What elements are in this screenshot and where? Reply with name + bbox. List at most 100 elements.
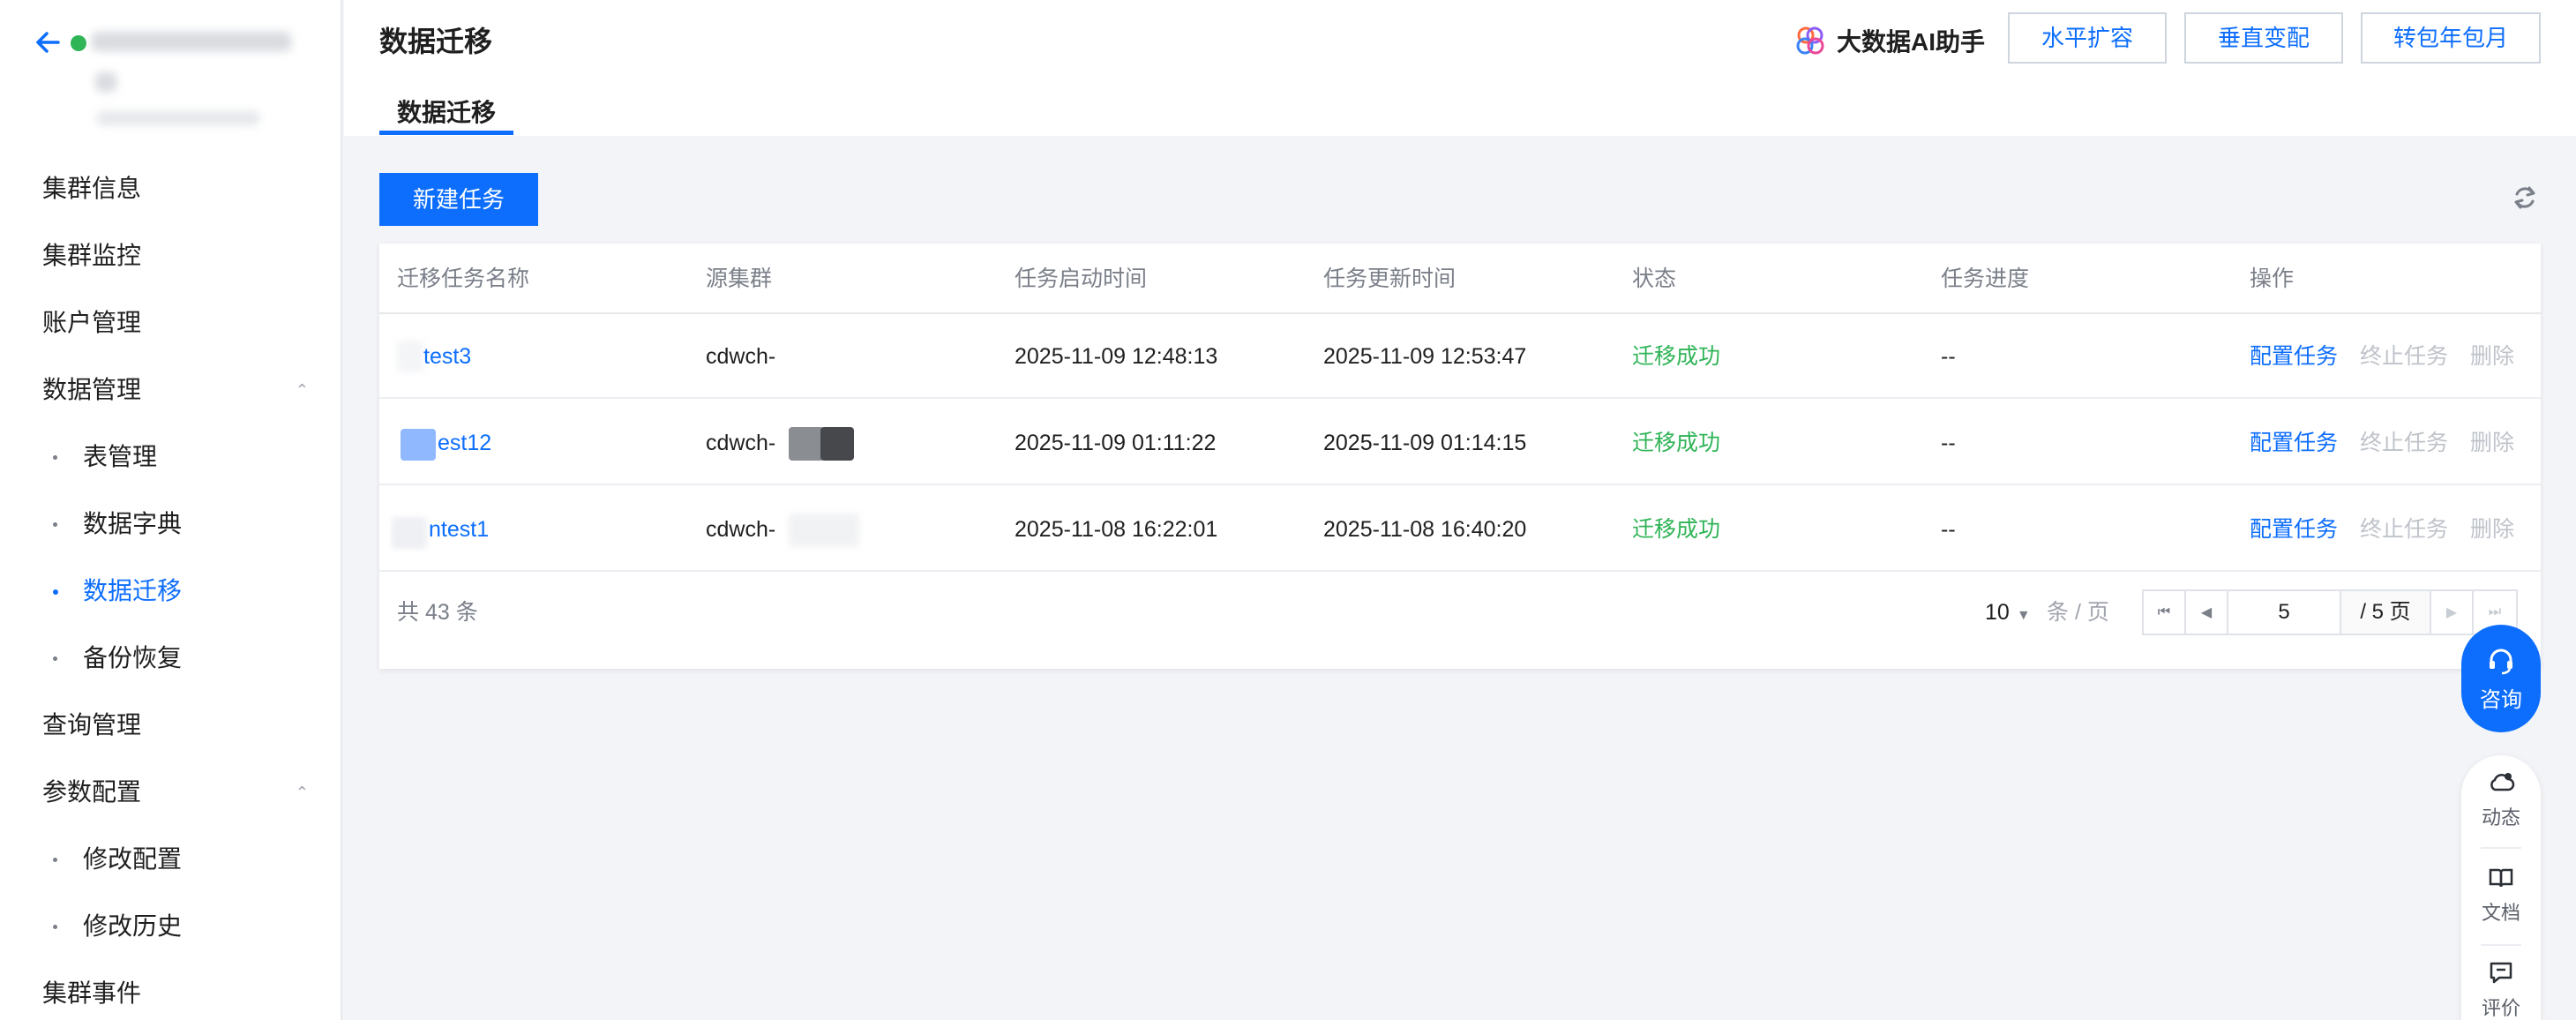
progress-text: -- <box>1941 517 1956 542</box>
sidebar-item-data-migration[interactable]: 数据迁移 <box>0 558 342 625</box>
feedback-button[interactable]: 评价 <box>2461 946 2541 1020</box>
task-name-link[interactable]: test3 <box>423 314 471 399</box>
migration-task-table: 迁移任务名称 源集群 任务启动时间 任务更新时间 状态 任务进度 操作 test… <box>379 244 2541 669</box>
sidebar-item-backup-restore[interactable]: 备份恢复 <box>0 625 342 692</box>
next-page-icon[interactable]: ▶ <box>2431 591 2474 634</box>
cloud-bell-icon <box>2490 773 2515 791</box>
source-cluster: cdwch- <box>706 517 776 542</box>
ai-assistant-label: 大数据AI助手 <box>1837 28 1986 56</box>
col-actions: 操作 <box>2250 266 2295 291</box>
col-update-time: 任务更新时间 <box>1323 266 1456 291</box>
config-task-link[interactable]: 配置任务 <box>2250 431 2338 455</box>
redacted-mask <box>392 517 427 549</box>
status-text: 迁移成功 <box>1632 431 1721 455</box>
row-actions: 配置任务 终止任务 删除 <box>2250 314 2530 399</box>
book-icon <box>2489 868 2513 888</box>
ai-assistant-button[interactable]: 大数据AI助手 <box>1793 21 1985 60</box>
table-row: ntest1 cdwch- 2025-11-08 16:22:01 2025-1… <box>379 487 2541 572</box>
progress-text: -- <box>1941 431 1956 455</box>
sidebar-item-account[interactable]: 账户管理 <box>0 289 342 356</box>
pager: ⏮ ◀ / 5 页 ▶ ⏭ <box>2142 589 2518 635</box>
col-status: 状态 <box>1632 266 1677 291</box>
cluster-name-redacted <box>92 32 291 51</box>
page-number-input[interactable] <box>2228 591 2341 634</box>
source-cluster: cdwch- <box>706 431 776 455</box>
total-count: 共 43 条 <box>397 600 478 625</box>
new-task-button[interactable]: 新建任务 <box>379 173 538 226</box>
scale-out-button[interactable]: 水平扩容 <box>2008 12 2167 64</box>
stop-task-link[interactable]: 终止任务 <box>2360 517 2448 542</box>
prev-page-icon[interactable]: ◀ <box>2186 591 2228 634</box>
headset-icon <box>2490 649 2512 674</box>
redacted-mask <box>789 514 859 547</box>
sidebar-item-query-management[interactable]: 查询管理 <box>0 692 342 759</box>
sidebar-group-param-config[interactable]: 参数配置 ⌃ <box>0 759 342 826</box>
sidebar-item-data-dictionary[interactable]: 数据字典 <box>0 491 342 558</box>
status-text: 迁移成功 <box>1632 344 1721 369</box>
total-pages: / 5 页 <box>2341 591 2431 634</box>
tab-active-underline <box>379 131 513 135</box>
delete-link[interactable]: 删除 <box>2470 517 2514 542</box>
refresh-icon[interactable] <box>2511 184 2539 212</box>
comment-icon <box>2490 962 2512 984</box>
progress-text: -- <box>1941 344 1956 369</box>
sidebar-item-cluster-info[interactable]: 集群信息 <box>0 155 342 222</box>
update-time: 2025-11-09 01:14:15 <box>1323 431 1527 455</box>
source-cluster: cdwch- <box>706 344 776 369</box>
floating-toolbar: 动态 文档 评价 <box>2461 755 2541 1020</box>
page-header: 数据迁移 大数据AI助手 水平扩容 垂直变配 转包年包月 数据迁移 <box>344 0 2576 136</box>
chevron-up-icon: ⌃ <box>295 381 309 399</box>
redacted-mask <box>820 427 854 461</box>
consult-button[interactable]: 咨询 <box>2461 625 2541 732</box>
col-task-name: 迁移任务名称 <box>397 266 530 291</box>
ai-assistant-logo-icon <box>1796 26 1824 55</box>
task-name-link[interactable]: ntest1 <box>429 487 489 572</box>
page-size-select[interactable]: 10 ▼ <box>1985 568 2031 660</box>
back-arrow-icon[interactable] <box>32 26 64 58</box>
table-row: test3 cdwch- 2025-11-09 12:48:13 2025-11… <box>379 314 2541 399</box>
col-progress: 任务进度 <box>1941 266 2030 291</box>
cluster-header <box>0 0 342 150</box>
col-start-time: 任务启动时间 <box>1015 266 1148 291</box>
col-source-cluster: 源集群 <box>706 266 773 291</box>
docs-button[interactable]: 文档 <box>2461 851 2541 939</box>
sidebar-item-cluster-events[interactable]: 集群事件 <box>0 960 342 1020</box>
redacted-mask <box>401 429 436 461</box>
sidebar-item-modify-history[interactable]: 修改历史 <box>0 893 342 960</box>
redacted-mask <box>397 341 423 372</box>
sidebar: 集群信息 集群监控 账户管理 数据管理 ⌃ 表管理 数据字典 数据迁移 备份恢复… <box>0 0 342 1020</box>
pagination-bar: 共 43 条 10▼ 条 / 页 ⏮ ◀ / 5 页 ▶ ⏭ <box>379 568 2541 656</box>
config-task-link[interactable]: 配置任务 <box>2250 517 2338 542</box>
update-time: 2025-11-08 16:40:20 <box>1323 517 1527 542</box>
first-page-icon[interactable]: ⏮ <box>2144 591 2186 634</box>
consult-label: 咨询 <box>2480 687 2522 712</box>
sidebar-item-modify-config[interactable]: 修改配置 <box>0 826 342 893</box>
table-row: est12 cdwch- 2025-11-09 01:11:22 2025-11… <box>379 401 2541 485</box>
cluster-status-dot <box>71 35 86 51</box>
sidebar-item-table-management[interactable]: 表管理 <box>0 424 342 491</box>
stop-task-link[interactable]: 终止任务 <box>2360 431 2448 455</box>
sidebar-group-data-management[interactable]: 数据管理 ⌃ <box>0 356 342 424</box>
caret-down-icon: ▼ <box>2016 608 2031 623</box>
cluster-name-redacted-2 <box>95 72 116 92</box>
status-text: 迁移成功 <box>1632 517 1721 542</box>
table-header: 迁移任务名称 源集群 任务启动时间 任务更新时间 状态 任务进度 操作 <box>379 244 2541 314</box>
delete-link[interactable]: 删除 <box>2470 431 2514 455</box>
redacted-mask <box>789 427 824 461</box>
task-name-link[interactable]: est12 <box>438 401 491 485</box>
config-task-link[interactable]: 配置任务 <box>2250 344 2338 369</box>
convert-subscription-button[interactable]: 转包年包月 <box>2361 12 2541 64</box>
start-time: 2025-11-09 01:11:22 <box>1015 431 1217 455</box>
news-button[interactable]: 动态 <box>2461 755 2541 844</box>
row-actions: 配置任务 终止任务 删除 <box>2250 487 2530 572</box>
sidebar-nav: 集群信息 集群监控 账户管理 数据管理 ⌃ 表管理 数据字典 数据迁移 备份恢复… <box>0 155 342 1020</box>
scale-up-button[interactable]: 垂直变配 <box>2184 12 2343 64</box>
tab-data-migration[interactable]: 数据迁移 <box>379 94 513 136</box>
start-time: 2025-11-08 16:22:01 <box>1015 517 1218 542</box>
sidebar-item-cluster-monitor[interactable]: 集群监控 <box>0 222 342 289</box>
delete-link[interactable]: 删除 <box>2470 344 2514 369</box>
stop-task-link[interactable]: 终止任务 <box>2360 344 2448 369</box>
cluster-id-redacted <box>97 111 259 125</box>
per-page-label: 条 / 页 <box>2047 600 2109 625</box>
chevron-up-icon: ⌃ <box>295 784 309 801</box>
